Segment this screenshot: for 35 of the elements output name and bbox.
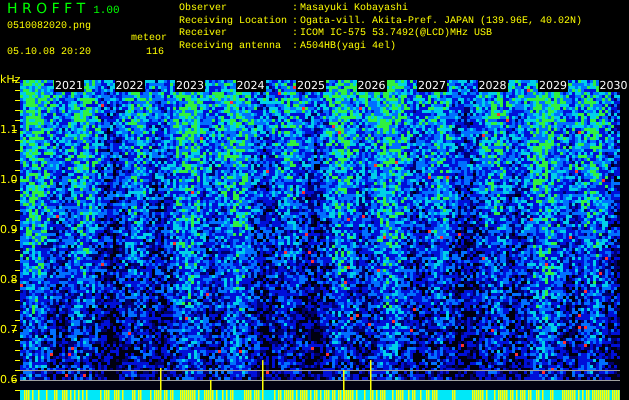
time-label: 2023 (175, 80, 205, 92)
file-name: 0510082020.png (7, 21, 92, 33)
time-label: 2024 (236, 80, 266, 92)
date-time: 05.10.08 20:20 (7, 47, 92, 59)
time-label: 2029 (538, 80, 568, 92)
field-label: Receiving Location (179, 16, 288, 28)
field-value: Masayuki Kobayashi (300, 3, 410, 16)
field-value: Ogata-vill. Akita-Pref. JAPAN (139.96E, 40.02N) (300, 16, 582, 28)
time-label: 2026 (356, 80, 386, 92)
time-label: 2028 (478, 80, 508, 92)
time-label: 2025 (296, 80, 326, 92)
y-axis-label: 0.9 (0, 224, 18, 236)
y-axis-unit: kHz (0, 74, 20, 86)
field-separator: : (292, 3, 300, 16)
time-label: 2030 (598, 80, 628, 92)
y-axis-label: 0.7 (0, 324, 18, 336)
y-axis-label: 0.6 (0, 374, 18, 386)
y-axis-label: 1.1 (0, 124, 18, 136)
time-label: 2022 (114, 80, 144, 92)
app-version: 1.00 (93, 5, 120, 17)
meteor-label: meteor (130, 33, 167, 45)
field-separator: : (292, 40, 300, 53)
field-value: ICOM IC-575 53.7492(@LCD)MHz USB (300, 28, 494, 40)
time-label: 2021 (54, 80, 84, 92)
meteor-count: 116 (146, 47, 164, 59)
field-label: Receiving antenna (179, 40, 282, 53)
field-label: Observer (179, 3, 228, 16)
field-value: A504HB(yagi 4el) (300, 40, 398, 53)
field-separator: : (292, 28, 300, 40)
y-axis-label: 0.8 (0, 274, 18, 286)
time-label: 2027 (417, 80, 447, 92)
y-axis-label: 1.0 (0, 174, 18, 186)
field-separator: : (292, 16, 300, 28)
field-label: Receiver (179, 28, 228, 40)
app-title: H R O F F T (7, 3, 86, 15)
